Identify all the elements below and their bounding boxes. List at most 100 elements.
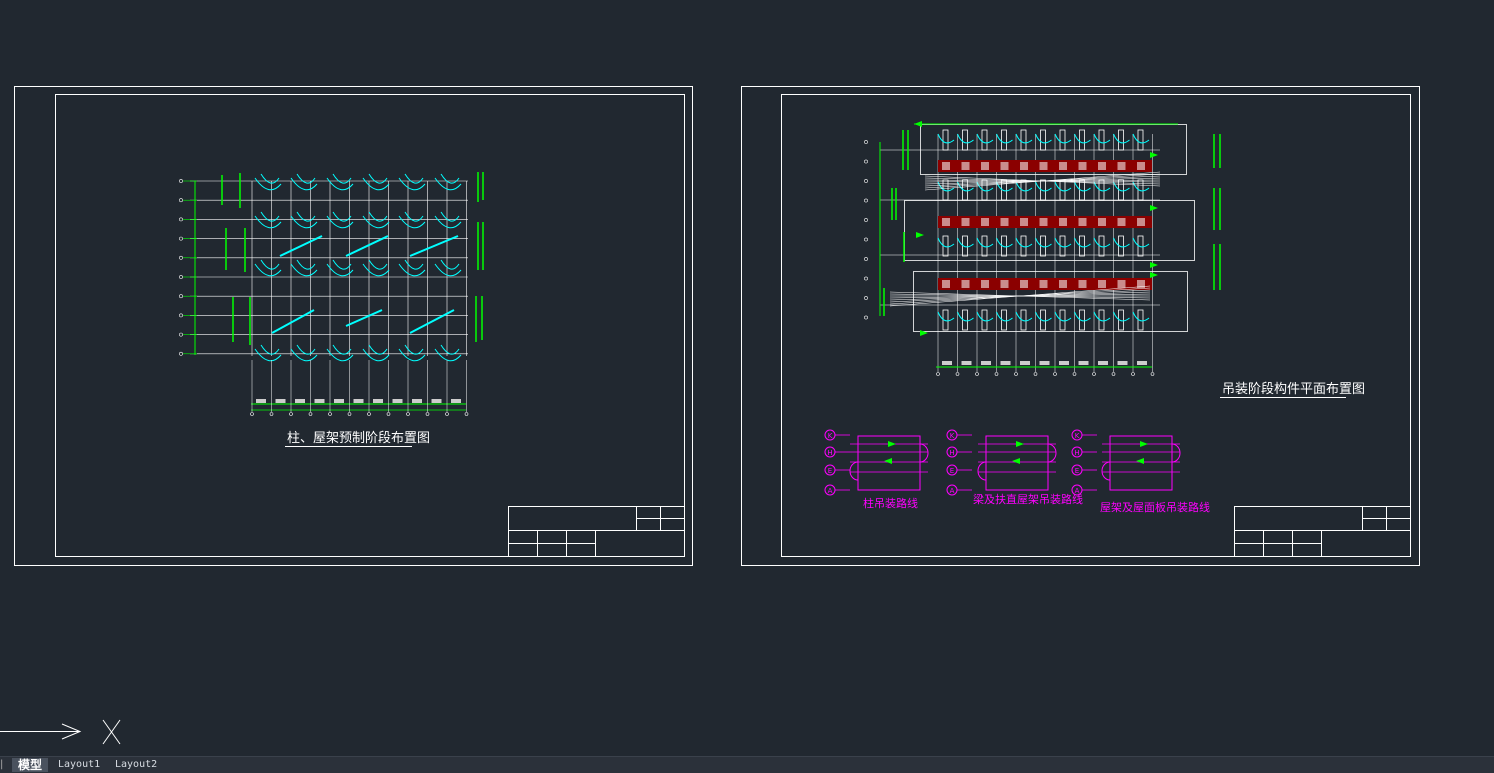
strip-label [1117, 218, 1126, 226]
left-sheet: 柱、屋架预制阶段布置图 [14, 86, 693, 566]
axis-bubble [936, 372, 940, 376]
axis-letter: A [828, 487, 833, 495]
axis-bubble [179, 294, 183, 299]
axis-bubble [864, 257, 868, 261]
truss-member [332, 173, 352, 184]
arrow-icon [1150, 262, 1158, 268]
truss-member [260, 211, 280, 222]
left-sheet-outer-border [14, 86, 693, 566]
strip-label [1098, 162, 1106, 170]
axis-bubble [864, 218, 868, 222]
strip-label [1117, 162, 1126, 170]
truss-member [996, 133, 1013, 144]
truss-member [1015, 133, 1033, 144]
axis-letter: K [1075, 432, 1080, 440]
dimension-text [1020, 361, 1030, 365]
route-turn [1101, 461, 1111, 481]
truss-member [345, 309, 383, 327]
truss-member [1093, 311, 1111, 322]
axis-bubble [1053, 372, 1057, 376]
axis-bubble [864, 179, 868, 183]
dimension-text [256, 399, 266, 403]
dimension-text [334, 399, 344, 403]
dimension-text [451, 399, 461, 403]
model-space-canvas[interactable]: 柱、屋架预制阶段布置图 吊装阶段构件平面布置图 KHEAKHEAKHEA 柱吊装… [0, 0, 1494, 756]
axis-bubble [269, 412, 274, 416]
truss-member [1074, 133, 1091, 144]
axis-bubble [994, 372, 999, 376]
truss-member [1054, 311, 1072, 322]
arrow-icon [884, 458, 892, 464]
axis-bubble [1150, 372, 1155, 376]
strip-label [1078, 280, 1087, 288]
truss-member [345, 235, 389, 257]
truss-member [271, 309, 315, 334]
arrow-icon [1140, 441, 1148, 447]
truss-member [1035, 311, 1052, 322]
axis-letter: K [828, 432, 833, 440]
strip-label [942, 280, 950, 288]
left-title-block [508, 506, 685, 557]
axis-bubble [289, 412, 293, 416]
arrow-icon [1150, 272, 1158, 278]
dimension-text [942, 361, 952, 365]
column-outline [942, 129, 949, 151]
axis-bubble [445, 412, 449, 416]
truss-member [1015, 237, 1033, 248]
axis-bubble [367, 412, 371, 416]
strip-label [1059, 280, 1067, 288]
truss-member [368, 211, 388, 222]
tab-layout1[interactable]: Layout1 [52, 758, 106, 772]
right-plan-drawing [864, 121, 1221, 376]
truss-member [1015, 181, 1033, 192]
route-turn [977, 461, 987, 481]
truss-member [296, 173, 316, 184]
axis-letter: H [949, 449, 954, 457]
route-label-roof: 屋架及屋面板吊装路线 [1100, 500, 1210, 514]
axis-bubble [1072, 372, 1077, 376]
strip-label [1117, 280, 1126, 288]
truss-member [332, 259, 352, 270]
truss-member [1132, 133, 1150, 144]
axis-bubble [864, 159, 868, 164]
dimension-text [1000, 361, 1011, 365]
column-outline [1059, 129, 1066, 151]
arrow-icon [888, 441, 896, 447]
column-outline [1079, 129, 1085, 151]
arrow-icon [916, 232, 924, 238]
right-drawing-title: 吊装阶段构件平面布置图 [1222, 382, 1365, 397]
strip-label [1039, 162, 1048, 170]
truss-member [279, 235, 323, 257]
column-outline [1001, 129, 1007, 151]
truss-member [1074, 311, 1091, 322]
layout-tab-bar: | 模型 Layout1 Layout2 [0, 756, 1494, 773]
column-outline [1098, 129, 1105, 151]
axis-letter: A [950, 487, 955, 495]
route-turn [849, 461, 859, 481]
truss-member [296, 259, 316, 270]
strip-label [1059, 218, 1067, 226]
truss-member [1054, 237, 1072, 248]
dimension-text [1137, 361, 1147, 365]
tab-model[interactable]: 模型 [12, 758, 49, 772]
column-outline [1137, 129, 1144, 151]
strip-label [1098, 218, 1106, 226]
truss-member [1074, 181, 1091, 192]
strip-label [1078, 218, 1087, 226]
axis-bubble [347, 412, 352, 416]
truss-member [440, 259, 460, 270]
dimension-text [373, 399, 383, 403]
truss-member [957, 311, 974, 322]
right-title-block [1234, 506, 1411, 557]
axis-bubble [1131, 372, 1135, 376]
strip-label [1020, 218, 1028, 226]
dimension-text [1117, 361, 1128, 365]
dimension-text [392, 399, 403, 403]
arrow-icon [1016, 441, 1024, 447]
axis-bubble [179, 255, 183, 260]
tab-layout2[interactable]: Layout2 [109, 758, 163, 772]
truss-member [440, 344, 460, 355]
tab-scroll-icon[interactable]: | [0, 757, 8, 773]
strip-label [1020, 280, 1028, 288]
strip-label [1098, 280, 1106, 288]
